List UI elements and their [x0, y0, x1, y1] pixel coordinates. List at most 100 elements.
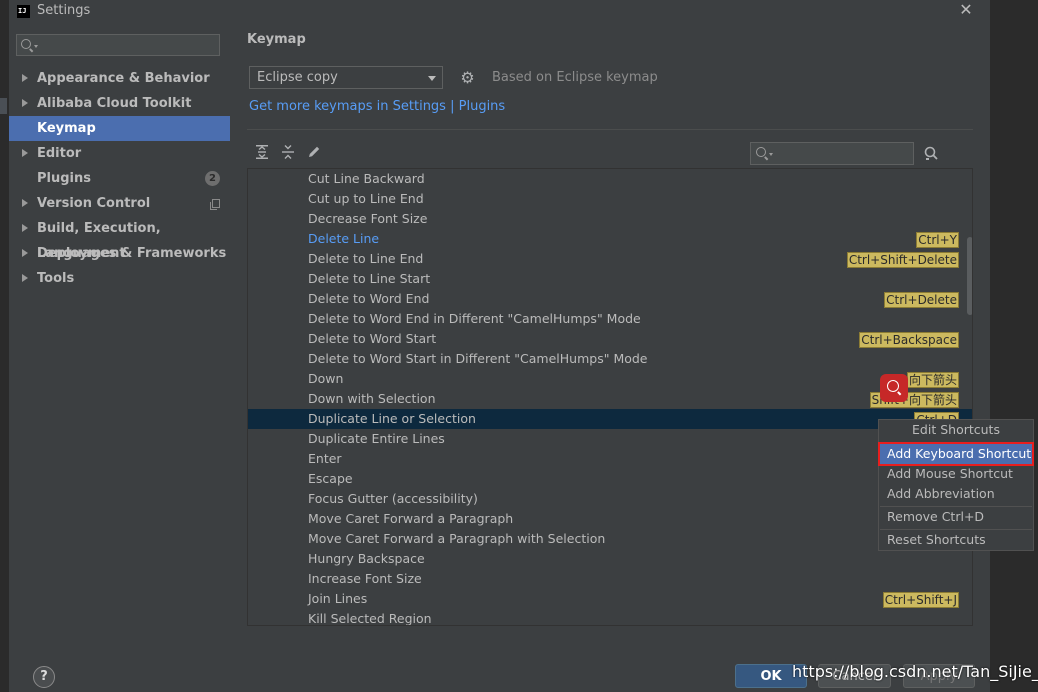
sidebar-item-tools[interactable]: Tools: [9, 266, 230, 291]
sidebar-item-languages-frameworks[interactable]: Languages & Frameworks: [9, 241, 230, 266]
action-name: Increase Font Size: [308, 571, 422, 586]
close-icon[interactable]: ✕: [957, 0, 975, 20]
reset-shortcuts-menu-item[interactable]: Reset Shortcuts: [880, 530, 1032, 550]
action-row[interactable]: Join Lines Ctrl+Shift+J: [248, 589, 972, 609]
action-name: Hungry Backspace: [308, 551, 425, 566]
popup-title: Edit Shortcuts: [912, 422, 1000, 437]
action-name: Duplicate Line or Selection: [308, 411, 476, 426]
page-title: Keymap: [247, 32, 306, 47]
window-title: Settings: [37, 3, 91, 18]
sidebar-item-plugins[interactable]: Plugins 2: [9, 166, 230, 191]
action-search-input[interactable]: [750, 142, 914, 165]
shortcut-badge: Ctrl+Shift+J: [882, 592, 959, 608]
sidebar-item-label: Version Control: [37, 196, 151, 211]
gear-icon[interactable]: ⚙: [460, 70, 475, 86]
settings-link[interactable]: Get more keymaps in Settings: [249, 99, 446, 114]
action-name: Delete to Word Start: [308, 331, 437, 346]
action-row[interactable]: Cut Line Backward: [248, 169, 972, 189]
shortcut-badge: Ctrl+Delete: [884, 292, 959, 308]
action-row[interactable]: Delete Line Ctrl+Y: [248, 229, 972, 249]
shortcut-badge: Ctrl+Backspace: [859, 332, 959, 348]
sidebar-item-label: Plugins: [37, 171, 91, 186]
copy-icon: [210, 199, 220, 210]
tree-scrollbar[interactable]: [967, 237, 972, 315]
expand-all-icon[interactable]: [254, 144, 270, 160]
sidebar-item-keymap[interactable]: Keymap: [9, 116, 230, 141]
action-row[interactable]: Decrease Font Size: [248, 209, 972, 229]
action-row[interactable]: Delete to Line End Ctrl+Shift+Delete: [248, 249, 972, 269]
add-abbreviation-menu-item[interactable]: Add Abbreviation: [880, 484, 1032, 504]
sidebar-item-label: Tools: [37, 271, 75, 286]
sidebar-item-version-control[interactable]: Version Control: [9, 191, 230, 216]
sidebar-item-editor[interactable]: Editor: [9, 141, 230, 166]
search-history-dropdown-icon[interactable]: [34, 45, 38, 48]
expand-arrow-icon[interactable]: [22, 249, 28, 257]
action-row[interactable]: Delete to Word Start Ctrl+Backspace: [248, 329, 972, 349]
action-row[interactable]: Enter: [248, 449, 972, 469]
collapse-all-icon[interactable]: [280, 144, 296, 160]
action-row[interactable]: Cut up to Line End: [248, 189, 972, 209]
expand-arrow-icon[interactable]: [22, 274, 28, 282]
keymap-actions-tree[interactable]: Cut Line Backward Cut up to Line End Dec…: [247, 168, 973, 626]
expand-arrow-icon[interactable]: [22, 224, 28, 232]
action-row[interactable]: Move Caret Forward a Paragraph: [248, 509, 972, 529]
sidebar-item-alibaba-cloud-toolkit[interactable]: Alibaba Cloud Toolkit: [9, 91, 230, 116]
add-mouse-shortcut-menu-item[interactable]: Add Mouse Shortcut: [880, 464, 1032, 484]
action-row[interactable]: Hungry Backspace: [248, 549, 972, 569]
chevron-down-icon: [428, 76, 436, 81]
action-name: Delete to Word End: [308, 291, 430, 306]
action-name: Escape: [308, 471, 353, 486]
add-keyboard-shortcut-menu-item[interactable]: Add Keyboard Shortcut: [878, 442, 1034, 466]
sidebar-item-appearance-behavior[interactable]: Appearance & Behavior: [9, 66, 230, 91]
action-name: Enter: [308, 451, 342, 466]
action-name: Down: [308, 371, 344, 386]
action-row[interactable]: Down with Selection Shift+向下箭头: [248, 389, 972, 409]
action-row[interactable]: Move Caret Forward a Paragraph with Sele…: [248, 529, 972, 549]
action-row[interactable]: Down 向下箭头: [248, 369, 972, 389]
action-row[interactable]: Escape: [248, 469, 972, 489]
expand-arrow-icon[interactable]: [22, 199, 28, 207]
sidebar-item-label: Languages & Frameworks: [37, 246, 227, 261]
plugins-link[interactable]: Plugins: [459, 99, 506, 114]
action-name: Delete to Line End: [308, 251, 424, 266]
expand-arrow-icon[interactable]: [22, 74, 28, 82]
expand-arrow-icon[interactable]: [22, 99, 28, 107]
keymap-scheme-select[interactable]: Eclipse copy: [249, 66, 443, 89]
action-name: Kill Selected Region: [308, 611, 432, 626]
action-row[interactable]: Kill Selected Region: [248, 609, 972, 626]
sidebar-item-build-execution-deployment[interactable]: Build, Execution, Deployment: [9, 216, 230, 261]
divider: [247, 129, 973, 130]
action-row[interactable]: Delete to Word End Ctrl+Delete: [248, 289, 972, 309]
shortcut-badge: Ctrl+Shift+Delete: [846, 252, 959, 268]
edit-icon[interactable]: [306, 144, 322, 160]
action-row[interactable]: Duplicate Entire LinesCt: [248, 429, 972, 449]
action-name: Delete to Word End in Different "CamelHu…: [308, 311, 641, 326]
action-name: Move Caret Forward a Paragraph with Sele…: [308, 531, 606, 546]
action-row[interactable]: Delete to Word Start in Different "Camel…: [248, 349, 972, 369]
action-name: Move Caret Forward a Paragraph: [308, 511, 514, 526]
action-name: Delete to Line Start: [308, 271, 431, 286]
background-stripe: [0, 98, 7, 114]
settings-window: IJ Settings ✕ Appearance & Behavior Alib…: [9, 0, 1034, 692]
keymap-scheme-value: Eclipse copy: [257, 70, 338, 85]
sidebar-item-label: Keymap: [37, 121, 96, 136]
remove-shortcut-menu-item[interactable]: Remove Ctrl+D: [880, 507, 1032, 527]
settings-search-input[interactable]: [16, 34, 220, 56]
plugins-update-badge: 2: [205, 171, 220, 186]
action-row[interactable]: Focus Gutter (accessibility): [248, 489, 972, 509]
action-row-selected[interactable]: Duplicate Line or SelectionCtrl+D: [248, 409, 972, 429]
help-button[interactable]: ?: [33, 666, 55, 688]
search-history-dropdown-icon[interactable]: [769, 153, 773, 156]
action-row[interactable]: Delete to Word End in Different "CamelHu…: [248, 309, 972, 329]
action-row[interactable]: Increase Font Size: [248, 569, 972, 589]
find-by-shortcut-icon[interactable]: [923, 145, 941, 161]
background-edge: [0, 0, 9, 692]
sidebar-item-label: Appearance & Behavior: [37, 71, 210, 86]
action-name: Delete Line: [308, 231, 380, 246]
sidebar-item-label: Alibaba Cloud Toolkit: [37, 96, 192, 111]
shortcut-badge: 向下箭头: [906, 372, 959, 388]
background-edge-right: [990, 0, 1038, 692]
expand-arrow-icon[interactable]: [22, 149, 28, 157]
action-row[interactable]: Delete to Line Start: [248, 269, 972, 289]
search-icon: [756, 147, 766, 157]
